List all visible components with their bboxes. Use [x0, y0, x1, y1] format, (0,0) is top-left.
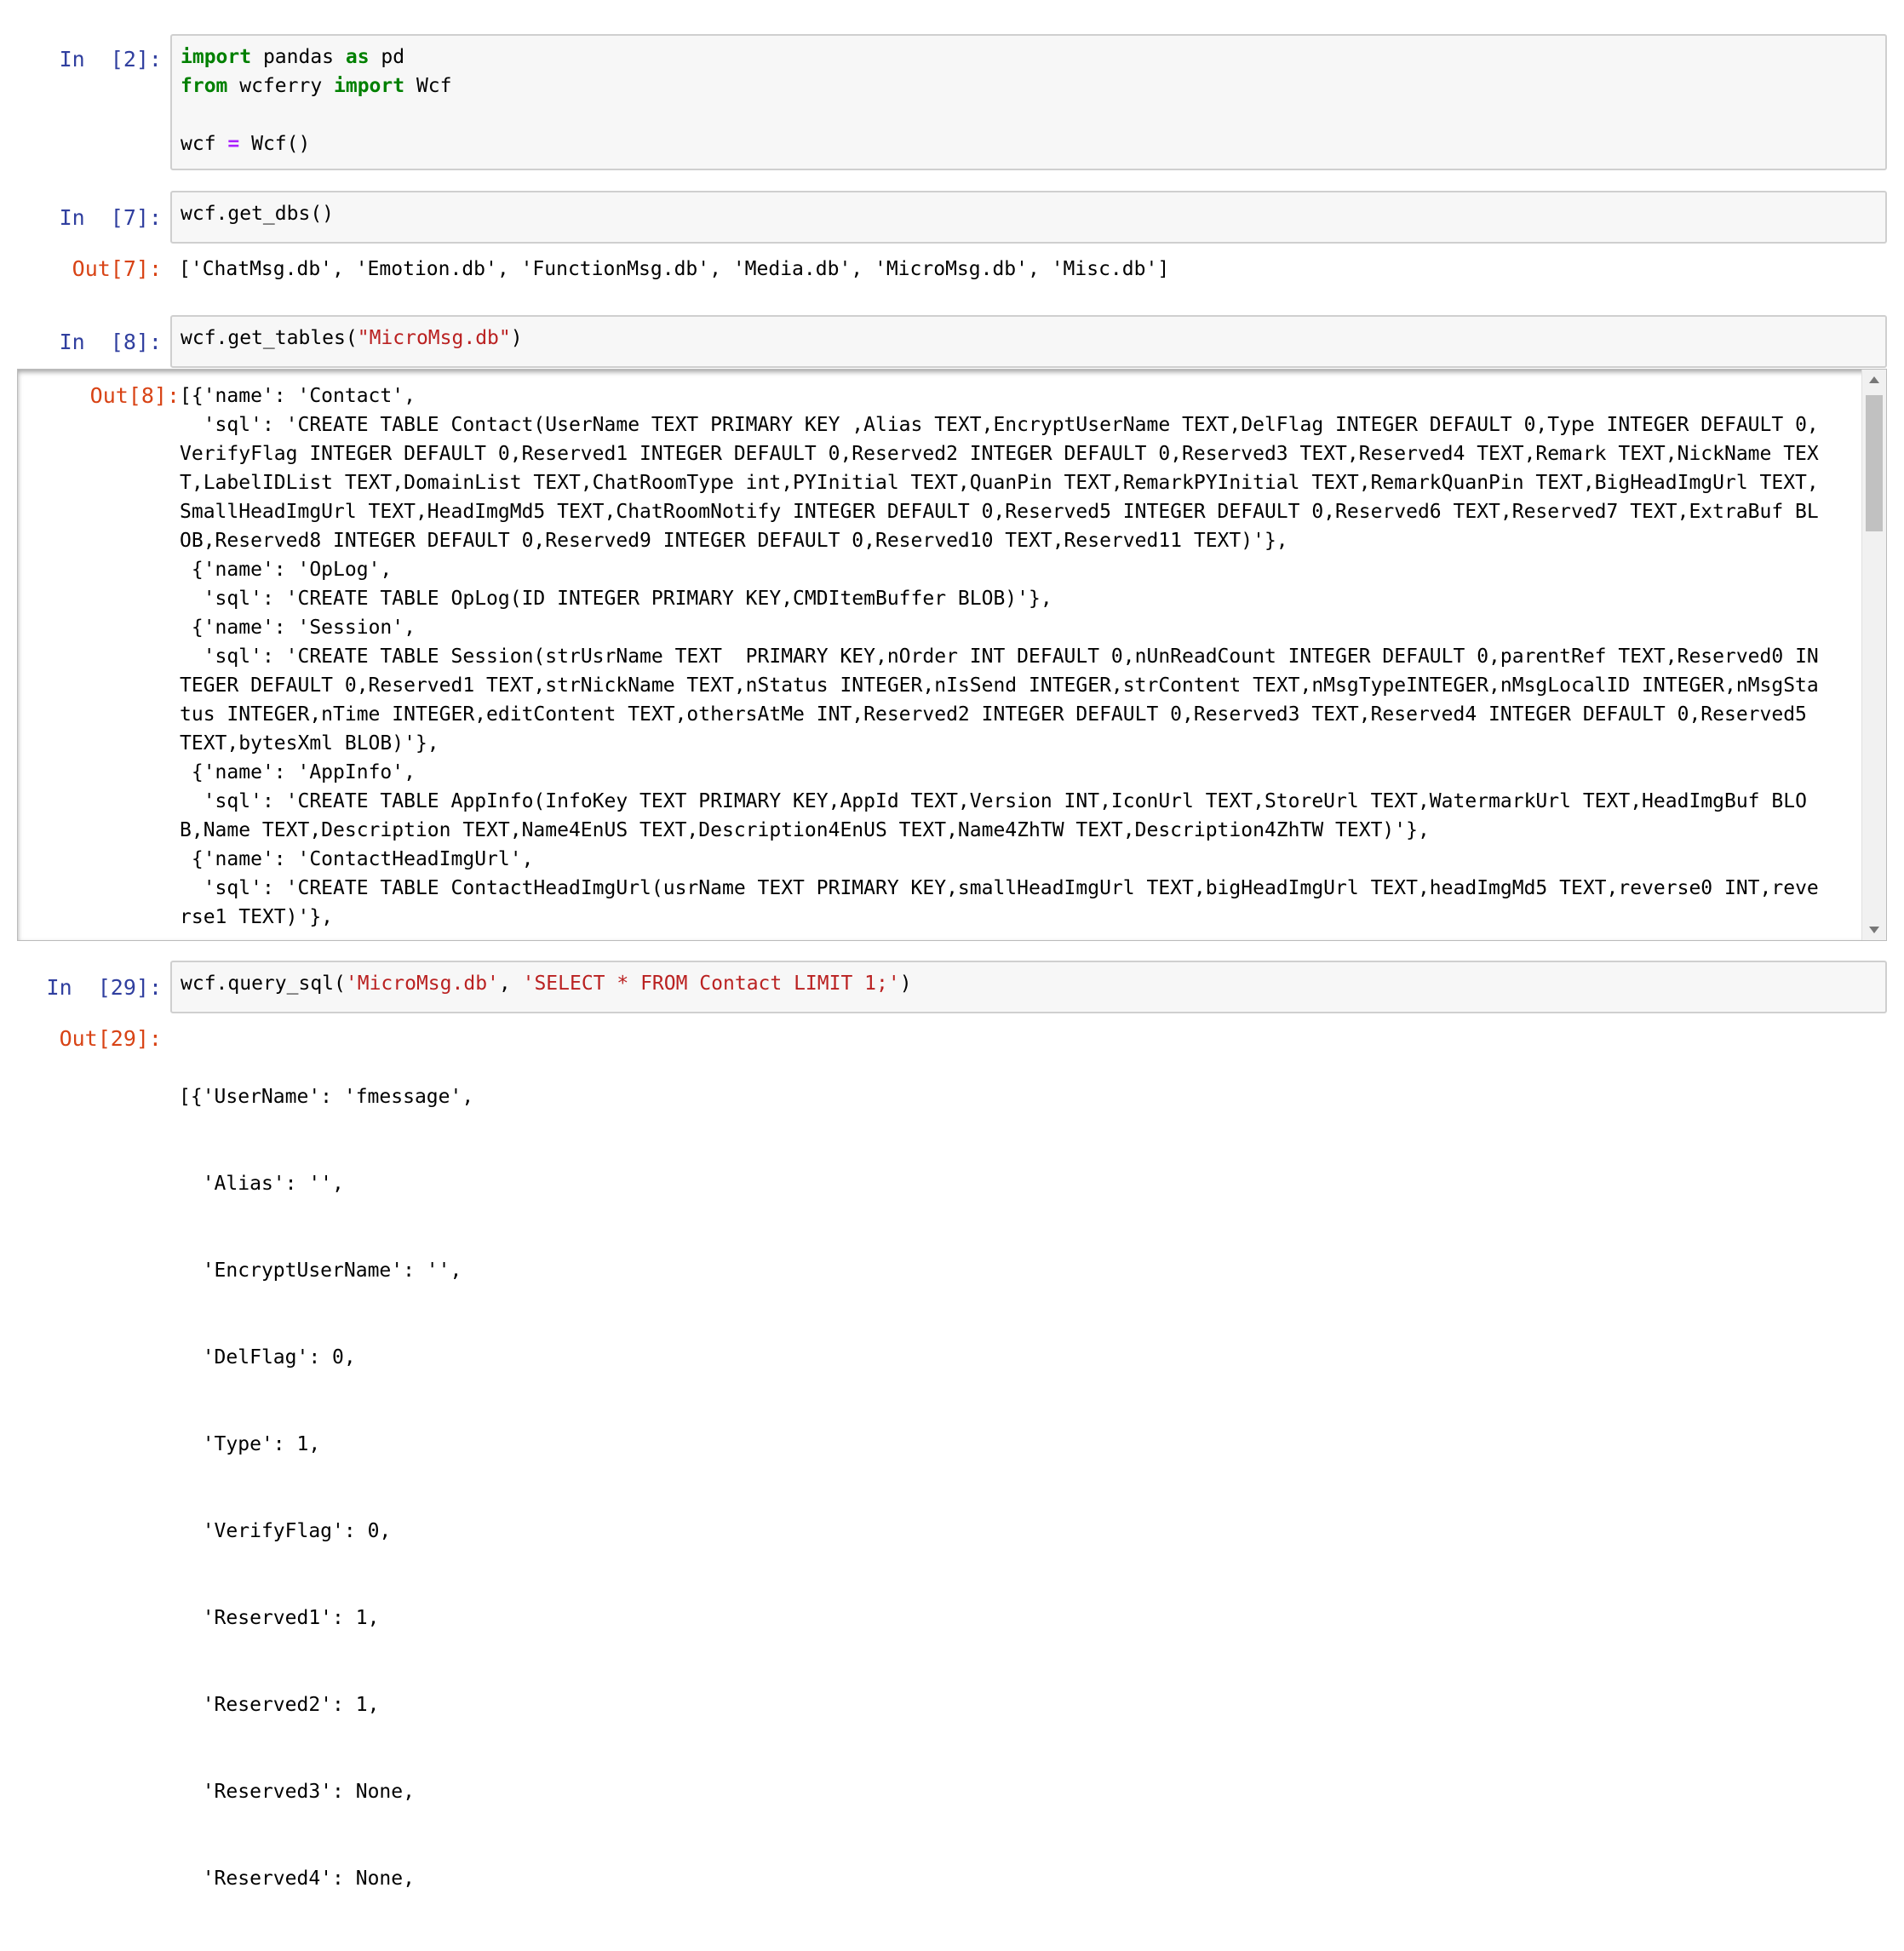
code-string: "MicroMsg.db"	[357, 327, 511, 349]
code-string: 'SELECT * FROM Contact LIMIT 1;'	[522, 973, 900, 995]
code-line-4: wcf = Wcf()	[181, 133, 311, 155]
code-line-1: wcf.get_tables("MicroMsg.db")	[181, 324, 1877, 353]
output-text: [{'name': 'Contact', 'sql': 'CREATE TABL…	[180, 382, 1827, 932]
code-text: wcf.get_tables(	[181, 327, 358, 349]
output-line: 'sql': 'CREATE TABLE AppInfo(InfoKey TEX…	[180, 790, 1807, 841]
out-prompt: Out[7]:	[72, 256, 162, 281]
output-line: 'Alias': '',	[179, 1173, 344, 1195]
in-prompt: In [8]:	[59, 330, 162, 354]
output-line: 'Reserved1': 1,	[179, 1607, 380, 1629]
output-line: 'Reserved2': 1,	[179, 1694, 380, 1716]
output-line: {'name': 'ContactHeadImgUrl',	[180, 848, 534, 870]
output-line: 'sql': 'CREATE TABLE OpLog(ID INTEGER PR…	[180, 588, 1052, 610]
output-line: 'sql': 'CREATE TABLE Contact(UserName TE…	[180, 414, 1819, 552]
code-text: ,	[498, 973, 523, 995]
output-line: [{'name': 'Contact',	[180, 385, 416, 407]
code-line-1: import pandas as pd	[181, 46, 405, 68]
code-text: )	[510, 327, 523, 349]
scrollable-output[interactable]: Out[8]: [{'name': 'Contact', 'sql': 'CRE…	[17, 369, 1887, 941]
code-input[interactable]: wcf.get_tables("MicroMsg.db")	[170, 315, 1887, 368]
code-line-1: wcf.get_dbs()	[181, 203, 335, 225]
output-text: ['ChatMsg.db', 'Emotion.db', 'FunctionMs…	[179, 258, 1170, 280]
out-prompt: Out[29]:	[59, 1026, 162, 1051]
output-line: {'name': 'AppInfo',	[180, 761, 416, 783]
output-text: [{'UserName': 'fmessage', 'Alias': '', '…	[179, 1024, 1878, 1951]
output-line: 'DelFlag': 0,	[179, 1346, 356, 1369]
output-line: {'name': 'OpLog',	[180, 559, 393, 581]
out-prompt: Out[8]:	[89, 383, 180, 408]
output-line: 'Reserved3': None,	[179, 1781, 415, 1803]
scroll-down-arrow-icon[interactable]	[1869, 927, 1879, 933]
output-line: 'sql': 'CREATE TABLE ContactHeadImgUrl(u…	[180, 877, 1819, 928]
code-input[interactable]: wcf.query_sql('MicroMsg.db', 'SELECT * F…	[170, 961, 1887, 1013]
output-line: 'EncryptUserName': '',	[179, 1260, 462, 1282]
code-input[interactable]: import pandas as pd from wcferry import …	[170, 34, 1887, 170]
output-line: [{'UserName': 'fmessage',	[179, 1086, 474, 1108]
output-line: 'Type': 1,	[179, 1433, 321, 1455]
code-input[interactable]: wcf.get_dbs()	[170, 191, 1887, 244]
code-text: )	[899, 973, 912, 995]
output-line: 'sql': 'CREATE TABLE Session(strUsrName …	[180, 646, 1819, 755]
code-text: wcf.query_sql(	[181, 973, 346, 995]
output-line: 'VerifyFlag': 0,	[179, 1520, 392, 1542]
code-string: 'MicroMsg.db'	[345, 973, 499, 995]
in-prompt: In [2]:	[59, 47, 162, 72]
scroll-thumb[interactable]	[1866, 395, 1883, 531]
output-line: 'Reserved4': None,	[179, 1868, 415, 1890]
scroll-up-arrow-icon[interactable]	[1869, 376, 1879, 383]
in-prompt: In [7]:	[59, 205, 162, 230]
code-line-1: wcf.query_sql('MicroMsg.db', 'SELECT * F…	[181, 969, 1877, 998]
vertical-scrollbar[interactable]	[1861, 370, 1886, 940]
code-line-2: from wcferry import Wcf	[181, 75, 452, 97]
output-line: {'name': 'Session',	[180, 617, 416, 639]
in-prompt: In [29]:	[46, 975, 162, 1000]
